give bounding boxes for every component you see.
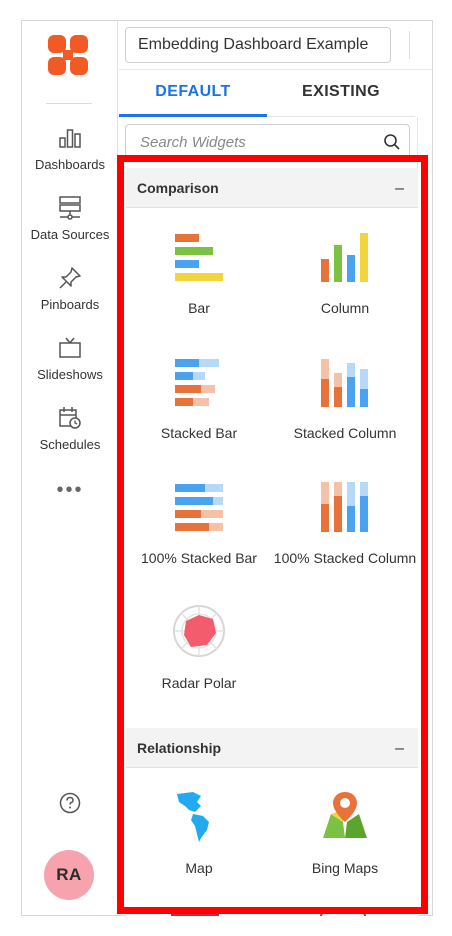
widget-100-stacked-bar[interactable]: 100% Stacked Bar <box>126 478 272 566</box>
pin-icon <box>59 267 81 289</box>
widget-label: Map <box>185 860 213 876</box>
nav-item-slideshows[interactable]: Slideshows <box>22 335 118 382</box>
widget-panel: Embedding Dashboard Example DEFAULT EXIS… <box>119 21 432 916</box>
search-icon[interactable] <box>383 133 401 151</box>
bar-chart-widget-icon <box>175 234 223 281</box>
widget-bar[interactable]: Bar <box>126 228 272 316</box>
nav-divider <box>46 103 92 104</box>
nav-item-label: Slideshows <box>37 367 103 382</box>
nav-item-label: Dashboards <box>34 157 106 172</box>
dashboard-designer-window: Dashboards Data Sources Pinboards Slides… <box>21 20 433 916</box>
search-box <box>125 124 410 160</box>
widget-stacked-bar[interactable]: Stacked Bar <box>126 353 272 441</box>
widget-label: Stacked Column <box>293 425 397 441</box>
world-map-widget-icon <box>177 792 209 842</box>
widget-map[interactable]: Map <box>126 788 272 876</box>
nav-item-label: Schedules <box>39 437 101 452</box>
section-comparison[interactable]: Comparison – <box>126 168 418 208</box>
nav-item-label: Data Sources <box>30 227 110 242</box>
user-avatar[interactable]: RA <box>44 850 94 900</box>
100-stacked-column-widget-icon <box>321 482 368 532</box>
widget-column[interactable]: Column <box>272 228 418 316</box>
nav-item-dashboards[interactable]: Dashboards <box>22 125 118 172</box>
widget-label: Column <box>320 300 370 316</box>
widget-list[interactable]: Comparison – Bar Column Stacked Bar Stac… <box>126 168 418 916</box>
dashboard-name-field[interactable]: Embedding Dashboard Example <box>125 27 391 63</box>
widget-label: Bing Maps <box>311 860 379 876</box>
widget-label: 100% Stacked Bar <box>141 550 257 566</box>
section-title: Comparison <box>137 180 219 196</box>
stacked-bar-widget-icon <box>175 359 219 406</box>
widget-label: Stacked Bar <box>160 425 238 441</box>
tv-icon <box>59 337 81 358</box>
widget-label: Radar Polar <box>161 675 237 691</box>
left-navigation: Dashboards Data Sources Pinboards Slides… <box>22 21 118 915</box>
bing-maps-widget-icon <box>323 792 367 838</box>
widget-100-stacked-column[interactable]: 100% Stacked Column <box>272 478 418 566</box>
stacked-column-widget-icon <box>321 359 368 407</box>
radar-polar-widget-icon <box>173 605 225 657</box>
column-chart-widget-icon <box>321 233 368 282</box>
nav-item-pinboards[interactable]: Pinboards <box>22 265 118 312</box>
section-relationship[interactable]: Relationship – <box>126 728 418 768</box>
widget-bing-maps[interactable]: Bing Maps <box>272 788 418 876</box>
tab-existing[interactable]: EXISTING <box>267 70 415 117</box>
nav-item-schedules[interactable]: Schedules <box>22 405 118 452</box>
widget-label: Bar <box>188 300 210 316</box>
100-stacked-bar-widget-icon <box>175 484 223 531</box>
collapse-icon[interactable]: – <box>395 740 404 758</box>
widget-stacked-column[interactable]: Stacked Column <box>272 353 418 441</box>
app-logo-icon[interactable] <box>48 35 88 75</box>
section-title: Relationship <box>137 740 222 756</box>
calendar-clock-icon <box>59 407 81 429</box>
widget-label: 100% Stacked Column <box>273 550 417 566</box>
server-icon <box>59 196 81 220</box>
more-menu-icon[interactable]: ••• <box>22 479 118 502</box>
tab-default[interactable]: DEFAULT <box>119 70 267 117</box>
nav-item-data-sources[interactable]: Data Sources <box>22 195 118 242</box>
search-widgets-input[interactable] <box>126 125 376 159</box>
next-widget-icon-partial <box>320 912 366 916</box>
nav-item-label: Pinboards <box>40 297 100 312</box>
collapse-icon[interactable]: – <box>395 180 404 198</box>
header-divider <box>409 31 410 59</box>
next-widget-icon-partial <box>171 912 219 916</box>
bar-chart-icon <box>59 129 81 148</box>
help-icon[interactable] <box>59 792 81 814</box>
widget-radar-polar[interactable]: Radar Polar <box>126 603 272 691</box>
